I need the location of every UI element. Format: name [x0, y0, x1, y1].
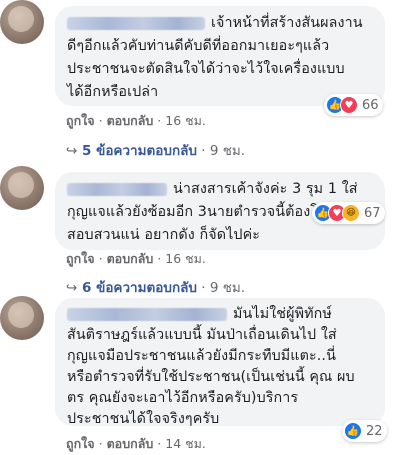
like-link[interactable]: ถูกใจ: [66, 113, 95, 128]
love-icon: ♥: [340, 96, 358, 114]
reply-link[interactable]: ตอบกลับ: [107, 113, 154, 128]
comment-text-line: ประชาชนได้ใจจริงๆครับ: [67, 411, 220, 427]
comment-text-line: หรือตำรวจที่รับใช้ประชาชน(เป็นเช่นนี้ คุ…: [67, 369, 355, 385]
like-link[interactable]: ถูกใจ: [66, 436, 95, 451]
separator-dot: ·: [157, 251, 162, 266]
comment-text: เจ้าหน้าที่สร้างสันผลงาน ดีๆอีกแล้วคับท่…: [67, 12, 373, 104]
reply-link[interactable]: ตอบกลับ: [107, 436, 154, 451]
comment-text-line: ได้อีกหรือเปล่า: [67, 84, 159, 100]
reaction-summary[interactable]: 👍 ♥ 😆 67: [312, 202, 385, 224]
redacted-author-name[interactable]: [67, 16, 205, 30]
comment-text-line: สันติราษฎร์แล้วแบบนี้ มันป่าเถื่อนเดินไป…: [67, 327, 337, 343]
comment-text-line: เจ้าหน้าที่สร้างสันผลงาน: [211, 15, 363, 31]
avatar[interactable]: [0, 166, 44, 210]
comment-text-line: น่าสงสารเค้าจังค่ะ 3 รุม 1 ใส่: [173, 181, 358, 197]
reaction-count: 22: [366, 423, 383, 439]
view-replies-link[interactable]: ↪ 6 ข้อความตอบกลับ · 9 ชม.: [66, 276, 245, 298]
reaction-count: 66: [362, 97, 379, 113]
separator-dot: ·: [98, 436, 103, 451]
redacted-author-name[interactable]: [67, 182, 167, 196]
like-icon: 👍: [344, 422, 362, 440]
reaction-summary[interactable]: 👍 22: [342, 420, 387, 442]
separator-dot: ·: [157, 113, 162, 128]
comment-actions: ถูกใจ · ตอบกลับ · 16 ชม.: [66, 111, 206, 131]
comment-text-line: สอบสวนแน่ อยากดัง ก็จัดไปค่ะ: [67, 227, 261, 243]
comment-text-line: ดีๆอีกแล้วคับท่านดีคับดีที่ออกมาเยอะๆแล้…: [67, 38, 330, 54]
timestamp[interactable]: 16 ชม.: [165, 251, 206, 266]
avatar[interactable]: [0, 296, 44, 340]
comment-text: มันไม่ใช่ผู้พิทักษ์ สันติราษฎร์แล้วแบบนี…: [67, 304, 373, 430]
separator-dot: ·: [157, 436, 162, 451]
comment-bubble: มันไม่ใช่ผู้พิทักษ์ สันติราษฎร์แล้วแบบนี…: [55, 298, 385, 427]
reply-link[interactable]: ตอบกลับ: [107, 251, 154, 266]
reaction-summary[interactable]: 👍 ♥ 66: [324, 94, 383, 116]
comment-text-line: กุญแจแล้วยังซ้อมอีก 3นายตำรวจนี้ต้องโดน: [67, 204, 338, 220]
redacted-author-name[interactable]: [67, 307, 227, 321]
view-replies-link[interactable]: ↪ 5 ข้อความตอบกลับ · 9 ชม.: [66, 139, 245, 161]
reply-arrow-icon: ↪: [66, 143, 78, 159]
comment-actions: ถูกใจ · ตอบกลับ · 16 ชม.: [66, 249, 206, 269]
timestamp[interactable]: 14 ชม.: [165, 436, 206, 451]
comment-bubble: เจ้าหน้าที่สร้างสันผลงาน ดีๆอีกแล้วคับท่…: [55, 6, 385, 106]
reaction-count: 67: [364, 205, 381, 221]
like-link[interactable]: ถูกใจ: [66, 251, 95, 266]
separator-dot: ·: [98, 251, 103, 266]
timestamp[interactable]: 16 ชม.: [165, 113, 206, 128]
comment-actions: ถูกใจ · ตอบกลับ · 14 ชม.: [66, 434, 206, 454]
comment-text-line: มันไม่ใช่ผู้พิทักษ์: [233, 306, 332, 322]
replies-timestamp: 9 ชม.: [209, 280, 246, 296]
replies-count-label[interactable]: 5 ข้อความตอบกลับ: [82, 143, 197, 159]
avatar[interactable]: [0, 0, 44, 44]
reply-arrow-icon: ↪: [66, 280, 78, 296]
comment-text-line: กุญแจมือประชาชนแล้วยังมีกระทืบมีแตะ..นี่: [67, 348, 336, 364]
haha-icon: 😆: [342, 204, 360, 222]
comment-text-line: ตร คุณยังจะเอาไว้อีกหรือครับ)บริการ: [67, 390, 299, 406]
replies-count-label[interactable]: 6 ข้อความตอบกลับ: [82, 280, 197, 296]
comment-text-line: ประชาชนจะตัดสินใจได้ว่าจะไว้ใจเครื่องแบบ: [67, 61, 345, 77]
separator-dot: ·: [98, 113, 103, 128]
replies-timestamp: 9 ชม.: [209, 143, 246, 159]
